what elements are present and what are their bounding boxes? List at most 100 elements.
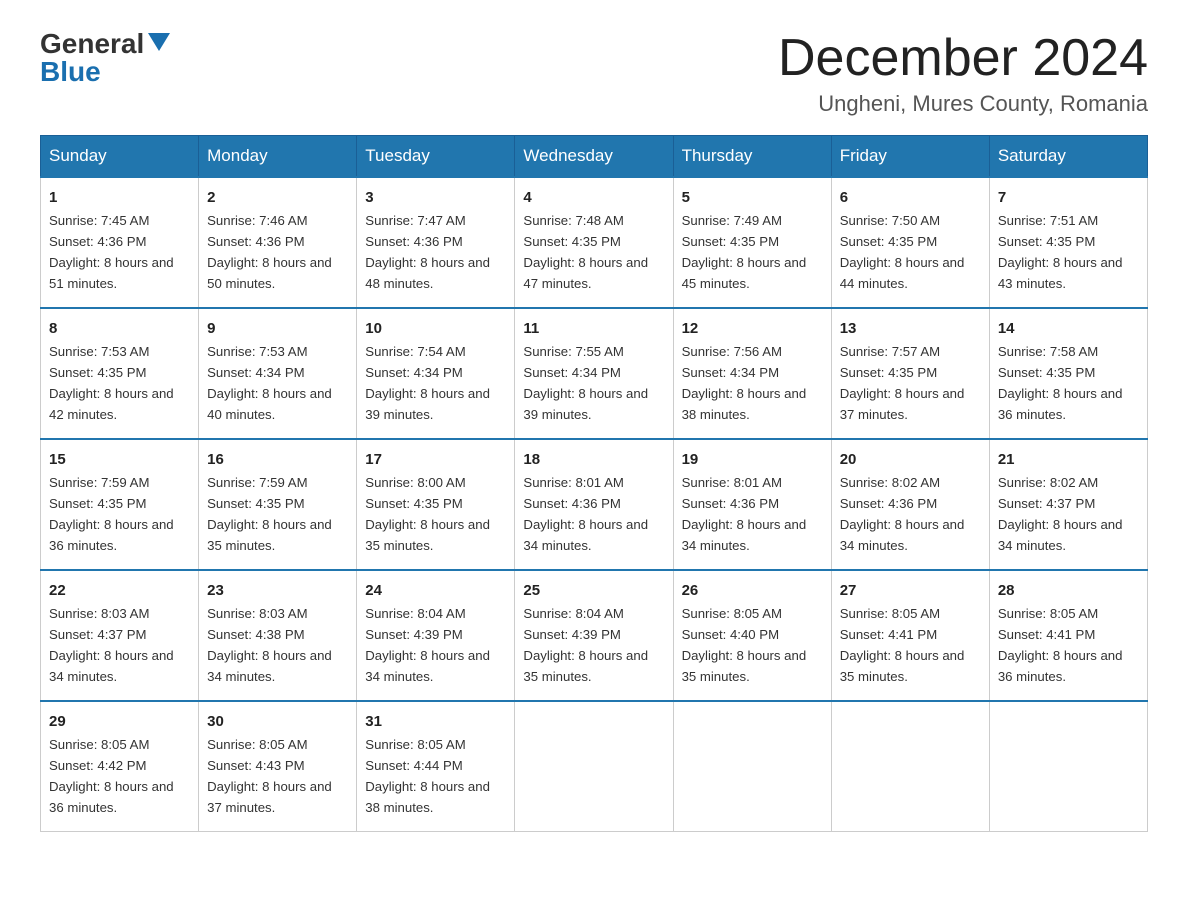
day-info: Sunrise: 7:57 AMSunset: 4:35 PMDaylight:… — [840, 344, 965, 422]
day-number: 28 — [998, 579, 1139, 602]
day-cell: 15 Sunrise: 7:59 AMSunset: 4:35 PMDayligh… — [41, 439, 199, 570]
day-cell — [515, 701, 673, 831]
day-number: 15 — [49, 448, 190, 471]
day-cell: 31 Sunrise: 8:05 AMSunset: 4:44 PMDayligh… — [357, 701, 515, 831]
day-number: 19 — [682, 448, 823, 471]
day-number: 31 — [365, 710, 506, 733]
day-info: Sunrise: 8:05 AMSunset: 4:40 PMDaylight:… — [682, 606, 807, 684]
day-info: Sunrise: 7:47 AMSunset: 4:36 PMDaylight:… — [365, 213, 490, 291]
day-number: 3 — [365, 186, 506, 209]
day-cell: 11 Sunrise: 7:55 AMSunset: 4:34 PMDayligh… — [515, 308, 673, 439]
header-monday: Monday — [199, 136, 357, 178]
day-number: 20 — [840, 448, 981, 471]
day-info: Sunrise: 8:01 AMSunset: 4:36 PMDaylight:… — [523, 475, 648, 553]
day-number: 23 — [207, 579, 348, 602]
day-cell: 1Sunrise: 7:45 AMSunset: 4:36 PMDaylight… — [41, 177, 199, 308]
day-cell: 26 Sunrise: 8:05 AMSunset: 4:40 PMDayligh… — [673, 570, 831, 701]
day-number: 30 — [207, 710, 348, 733]
day-number: 9 — [207, 317, 348, 340]
day-info: Sunrise: 8:05 AMSunset: 4:41 PMDaylight:… — [998, 606, 1123, 684]
day-number: 16 — [207, 448, 348, 471]
day-cell: 9Sunrise: 7:53 AMSunset: 4:34 PMDaylight… — [199, 308, 357, 439]
day-cell: 20 Sunrise: 8:02 AMSunset: 4:36 PMDayligh… — [831, 439, 989, 570]
logo: General Blue — [40, 30, 170, 86]
day-cell: 17 Sunrise: 8:00 AMSunset: 4:35 PMDayligh… — [357, 439, 515, 570]
day-info: Sunrise: 8:04 AMSunset: 4:39 PMDaylight:… — [523, 606, 648, 684]
header-friday: Friday — [831, 136, 989, 178]
day-cell: 12 Sunrise: 7:56 AMSunset: 4:34 PMDayligh… — [673, 308, 831, 439]
header-thursday: Thursday — [673, 136, 831, 178]
day-number: 5 — [682, 186, 823, 209]
day-cell — [831, 701, 989, 831]
day-number: 24 — [365, 579, 506, 602]
day-cell: 4Sunrise: 7:48 AMSunset: 4:35 PMDaylight… — [515, 177, 673, 308]
day-number: 1 — [49, 186, 190, 209]
day-info: Sunrise: 7:59 AMSunset: 4:35 PMDaylight:… — [49, 475, 174, 553]
day-cell: 18 Sunrise: 8:01 AMSunset: 4:36 PMDayligh… — [515, 439, 673, 570]
day-info: Sunrise: 7:58 AMSunset: 4:35 PMDaylight:… — [998, 344, 1123, 422]
day-number: 12 — [682, 317, 823, 340]
day-cell: 16 Sunrise: 7:59 AMSunset: 4:35 PMDayligh… — [199, 439, 357, 570]
day-number: 26 — [682, 579, 823, 602]
day-cell: 23 Sunrise: 8:03 AMSunset: 4:38 PMDayligh… — [199, 570, 357, 701]
day-info: Sunrise: 8:05 AMSunset: 4:44 PMDaylight:… — [365, 737, 490, 815]
day-number: 29 — [49, 710, 190, 733]
day-cell: 30Sunrise: 8:05 AMSunset: 4:43 PMDayligh… — [199, 701, 357, 831]
day-cell: 19 Sunrise: 8:01 AMSunset: 4:36 PMDayligh… — [673, 439, 831, 570]
day-info: Sunrise: 7:48 AMSunset: 4:35 PMDaylight:… — [523, 213, 648, 291]
day-info: Sunrise: 7:46 AMSunset: 4:36 PMDaylight:… — [207, 213, 332, 291]
week-row-2: 8 Sunrise: 7:53 AMSunset: 4:35 PMDaylight… — [41, 308, 1148, 439]
day-info: Sunrise: 8:00 AMSunset: 4:35 PMDaylight:… — [365, 475, 490, 553]
day-cell: 22Sunrise: 8:03 AMSunset: 4:37 PMDayligh… — [41, 570, 199, 701]
header-sunday: Sunday — [41, 136, 199, 178]
day-info: Sunrise: 8:05 AMSunset: 4:42 PMDaylight:… — [49, 737, 174, 815]
day-number: 17 — [365, 448, 506, 471]
day-cell: 21Sunrise: 8:02 AMSunset: 4:37 PMDayligh… — [989, 439, 1147, 570]
day-cell: 25 Sunrise: 8:04 AMSunset: 4:39 PMDayligh… — [515, 570, 673, 701]
day-number: 13 — [840, 317, 981, 340]
day-number: 25 — [523, 579, 664, 602]
page-header: General Blue December 2024 Ungheni, Mure… — [40, 30, 1148, 117]
location-title: Ungheni, Mures County, Romania — [778, 91, 1148, 117]
day-number: 27 — [840, 579, 981, 602]
header-tuesday: Tuesday — [357, 136, 515, 178]
day-info: Sunrise: 8:01 AMSunset: 4:36 PMDaylight:… — [682, 475, 807, 553]
logo-arrow-icon — [148, 33, 170, 51]
day-info: Sunrise: 8:02 AMSunset: 4:36 PMDaylight:… — [840, 475, 965, 553]
week-row-4: 22Sunrise: 8:03 AMSunset: 4:37 PMDayligh… — [41, 570, 1148, 701]
header-saturday: Saturday — [989, 136, 1147, 178]
day-cell: 13 Sunrise: 7:57 AMSunset: 4:35 PMDayligh… — [831, 308, 989, 439]
day-number: 11 — [523, 317, 664, 340]
week-row-3: 15 Sunrise: 7:59 AMSunset: 4:35 PMDayligh… — [41, 439, 1148, 570]
day-info: Sunrise: 8:04 AMSunset: 4:39 PMDaylight:… — [365, 606, 490, 684]
day-info: Sunrise: 7:56 AMSunset: 4:34 PMDaylight:… — [682, 344, 807, 422]
day-cell: 28 Sunrise: 8:05 AMSunset: 4:41 PMDayligh… — [989, 570, 1147, 701]
day-number: 7 — [998, 186, 1139, 209]
day-info: Sunrise: 8:03 AMSunset: 4:37 PMDaylight:… — [49, 606, 174, 684]
day-info: Sunrise: 7:53 AMSunset: 4:35 PMDaylight:… — [49, 344, 174, 422]
day-info: Sunrise: 7:51 AMSunset: 4:35 PMDaylight:… — [998, 213, 1123, 291]
day-number: 18 — [523, 448, 664, 471]
logo-general-text: General — [40, 30, 144, 58]
day-number: 8 — [49, 317, 190, 340]
day-cell: 24 Sunrise: 8:04 AMSunset: 4:39 PMDayligh… — [357, 570, 515, 701]
day-cell: 8 Sunrise: 7:53 AMSunset: 4:35 PMDaylight… — [41, 308, 199, 439]
day-number: 21 — [998, 448, 1139, 471]
header-wednesday: Wednesday — [515, 136, 673, 178]
day-info: Sunrise: 7:49 AMSunset: 4:35 PMDaylight:… — [682, 213, 807, 291]
header-row: SundayMondayTuesdayWednesdayThursdayFrid… — [41, 136, 1148, 178]
day-number: 14 — [998, 317, 1139, 340]
title-block: December 2024 Ungheni, Mures County, Rom… — [778, 30, 1148, 117]
day-info: Sunrise: 7:55 AMSunset: 4:34 PMDaylight:… — [523, 344, 648, 422]
day-cell: 2 Sunrise: 7:46 AMSunset: 4:36 PMDaylight… — [199, 177, 357, 308]
calendar-table: SundayMondayTuesdayWednesdayThursdayFrid… — [40, 135, 1148, 832]
day-cell: 14 Sunrise: 7:58 AMSunset: 4:35 PMDayligh… — [989, 308, 1147, 439]
day-info: Sunrise: 7:59 AMSunset: 4:35 PMDaylight:… — [207, 475, 332, 553]
day-number: 2 — [207, 186, 348, 209]
day-cell: 6Sunrise: 7:50 AMSunset: 4:35 PMDaylight… — [831, 177, 989, 308]
day-cell: 7 Sunrise: 7:51 AMSunset: 4:35 PMDaylight… — [989, 177, 1147, 308]
day-info: Sunrise: 8:03 AMSunset: 4:38 PMDaylight:… — [207, 606, 332, 684]
day-cell: 3 Sunrise: 7:47 AMSunset: 4:36 PMDaylight… — [357, 177, 515, 308]
day-info: Sunrise: 7:54 AMSunset: 4:34 PMDaylight:… — [365, 344, 490, 422]
day-cell: 5 Sunrise: 7:49 AMSunset: 4:35 PMDaylight… — [673, 177, 831, 308]
